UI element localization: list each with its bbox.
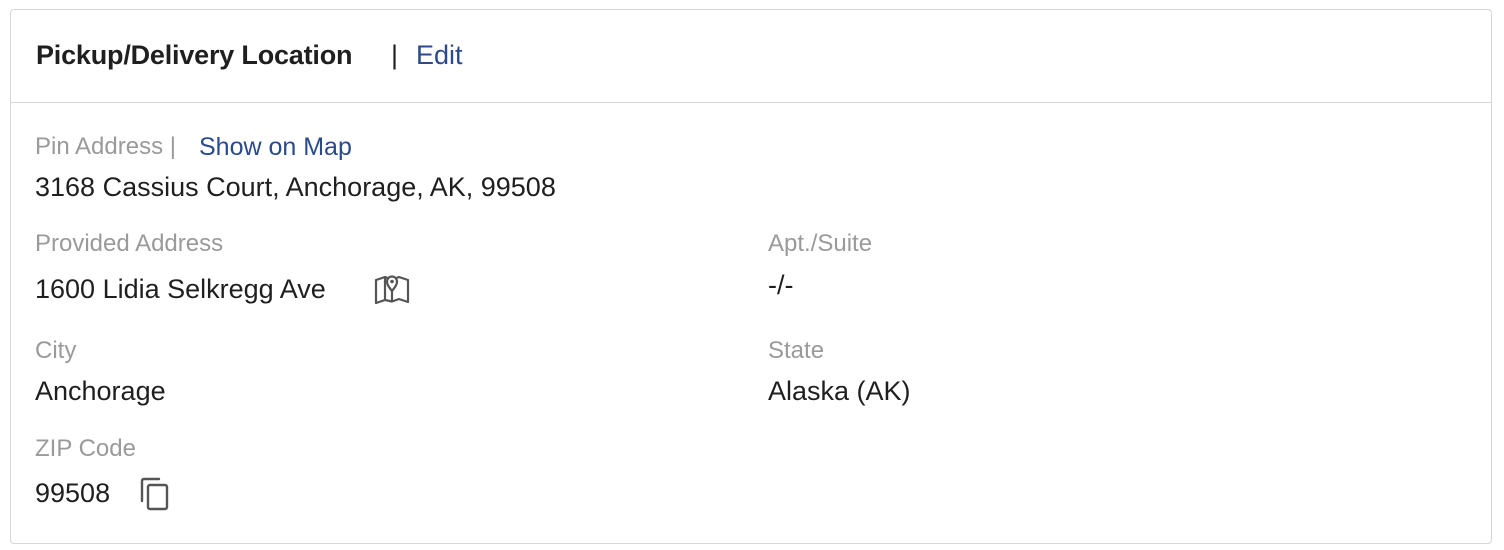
apt-suite-value: -/- xyxy=(768,270,794,300)
pin-address-label: Pin Address | xyxy=(35,133,176,160)
title-separator: | xyxy=(391,40,399,70)
pin-address-value: 3168 Cassius Court, Anchorage, AK, 99508 xyxy=(35,172,556,202)
city-label: City xyxy=(35,337,77,364)
card-title: Pickup/Delivery Location xyxy=(36,40,353,70)
city-value: Anchorage xyxy=(35,376,166,406)
edit-link[interactable]: Edit xyxy=(416,40,463,71)
map-pin-icon[interactable] xyxy=(374,272,410,304)
show-on-map-link[interactable]: Show on Map xyxy=(199,133,352,162)
card-header: Pickup/Delivery Location | Edit xyxy=(11,10,1491,103)
state-label: State xyxy=(768,337,825,364)
zip-code-value: 99508 xyxy=(35,478,111,508)
apt-suite-label: Apt./Suite xyxy=(768,230,873,257)
copy-icon[interactable] xyxy=(139,477,171,511)
provided-address-label: Provided Address xyxy=(35,230,224,257)
state-value: Alaska (AK) xyxy=(768,376,911,406)
zip-code-label: ZIP Code xyxy=(35,435,136,462)
provided-address-value: 1600 Lidia Selkregg Ave xyxy=(35,274,326,304)
